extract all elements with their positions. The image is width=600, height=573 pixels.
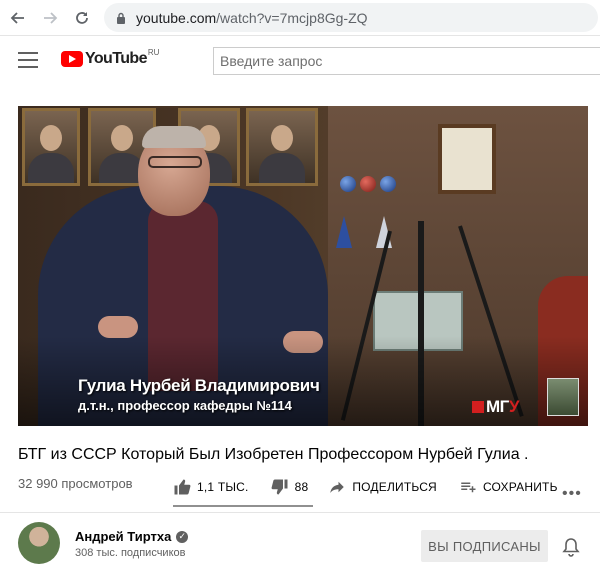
channel-avatar[interactable] bbox=[18, 522, 60, 564]
globe-ornament bbox=[360, 176, 376, 192]
dislike-button[interactable]: 88 bbox=[271, 478, 309, 496]
video-actions: 1,1 ТЫС. 88 ПОДЕЛИТЬСЯ СОХРАНИТЬ bbox=[173, 478, 558, 496]
lock-icon bbox=[117, 12, 125, 24]
thumbs-up-icon bbox=[174, 479, 191, 495]
university-watermark: МГУ bbox=[472, 397, 519, 417]
portrait-frame bbox=[246, 108, 318, 186]
bell-icon[interactable] bbox=[562, 537, 580, 562]
youtube-header: YouTube RU Введите запрос bbox=[0, 36, 600, 86]
video-title: БТГ из СССР Который Был Изобретен Профес… bbox=[18, 446, 529, 463]
overlay-title: д.т.н., профессор кафедры №114 bbox=[78, 398, 292, 413]
speaker-glasses bbox=[148, 156, 202, 168]
dislike-count: 88 bbox=[294, 480, 309, 494]
pennant bbox=[336, 216, 352, 248]
menu-icon[interactable] bbox=[18, 52, 38, 68]
reload-button[interactable] bbox=[70, 6, 94, 30]
address-bar[interactable]: youtube.com/watch?v=7mcjp8Gg-ZQ bbox=[104, 3, 598, 32]
search-input[interactable]: Введите запрос bbox=[213, 47, 600, 75]
youtube-play-icon bbox=[61, 51, 83, 67]
channel-name[interactable]: Андрей Тиртха ✓ bbox=[75, 529, 189, 544]
save-label: СОХРАНИТЬ bbox=[482, 480, 558, 494]
arrow-left-icon bbox=[10, 12, 24, 24]
speaker-hand bbox=[98, 316, 138, 338]
framed-diploma bbox=[438, 124, 496, 194]
logo-region: RU bbox=[147, 47, 160, 57]
logo-text: YouTube bbox=[85, 50, 147, 67]
view-count: 32 990 просмотров bbox=[18, 476, 133, 491]
channel-name-text: Андрей Тиртха bbox=[75, 529, 172, 544]
reload-icon bbox=[76, 12, 88, 24]
verified-icon: ✓ bbox=[176, 530, 189, 543]
share-label: ПОДЕЛИТЬСЯ bbox=[352, 480, 437, 494]
speaker-hair bbox=[142, 126, 206, 148]
share-icon bbox=[330, 481, 345, 493]
more-actions-icon[interactable]: ••• bbox=[562, 485, 582, 503]
globe-ornament bbox=[380, 176, 396, 192]
portrait-frame bbox=[22, 108, 80, 186]
forward-button[interactable] bbox=[38, 6, 62, 30]
channel-watermark[interactable] bbox=[547, 378, 579, 416]
divider bbox=[0, 512, 600, 513]
subscriber-count: 308 тыс. подписчиков bbox=[75, 547, 186, 559]
search-placeholder: Введите запрос bbox=[220, 53, 323, 69]
sentiment-bar bbox=[173, 505, 313, 507]
thumbs-down-icon bbox=[271, 479, 288, 495]
share-button[interactable]: ПОДЕЛИТЬСЯ bbox=[328, 478, 437, 496]
subscribed-button[interactable]: ВЫ ПОДПИСАНЫ bbox=[421, 530, 548, 562]
video-player[interactable]: Гулиа Нурбей Владимирович д.т.н., профес… bbox=[18, 106, 588, 426]
back-button[interactable] bbox=[6, 6, 30, 30]
like-count: 1,1 ТЫС. bbox=[197, 480, 249, 494]
add-to-playlist-icon bbox=[461, 482, 476, 493]
arrow-right-icon bbox=[44, 12, 58, 24]
overlay-name: Гулиа Нурбей Владимирович bbox=[78, 376, 320, 395]
globe-ornament bbox=[340, 176, 356, 192]
url-text: youtube.com/watch?v=7mcjp8Gg-ZQ bbox=[136, 9, 368, 26]
save-button[interactable]: СОХРАНИТЬ bbox=[459, 478, 558, 496]
youtube-logo[interactable]: YouTube RU bbox=[61, 47, 160, 68]
browser-toolbar: youtube.com/watch?v=7mcjp8Gg-ZQ bbox=[0, 0, 600, 36]
like-button[interactable]: 1,1 ТЫС. bbox=[173, 478, 249, 496]
